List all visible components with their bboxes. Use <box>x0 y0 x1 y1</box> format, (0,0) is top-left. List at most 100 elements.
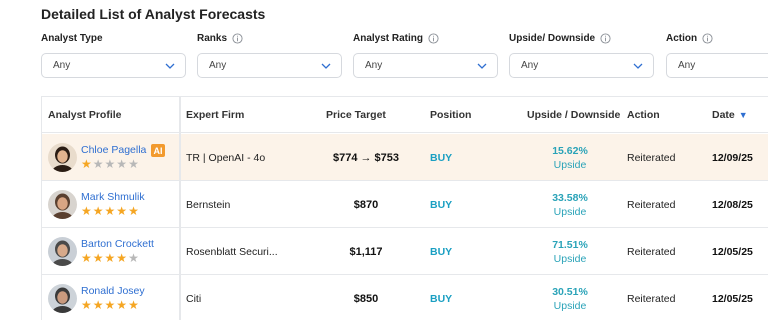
col-position[interactable]: Position <box>430 97 471 133</box>
star-icon: ★ <box>104 204 116 218</box>
filter-label-upside-downside: Upside/ Downside <box>509 33 611 44</box>
table-row[interactable]: Barton Crockett ★ ★ ★ ★ ★ Rosenblatt Securi.… <box>42 228 768 275</box>
price-target: $774 → $753 <box>332 151 400 164</box>
star-icon: ★ <box>104 157 116 171</box>
page-title: Detailed List of Analyst Forecasts <box>41 6 266 22</box>
info-icon[interactable] <box>428 33 439 44</box>
star-icon: ★ <box>128 298 139 312</box>
upside-label: Upside <box>553 205 587 218</box>
sort-desc-icon[interactable]: ▼ <box>739 110 748 120</box>
analyst-type-select[interactable]: Any <box>41 53 186 78</box>
star-icon: ★ <box>92 251 104 265</box>
star-rating: ★ ★ ★ ★ ★ <box>81 158 139 170</box>
star-rating: ★ ★ ★ ★ ★ <box>81 252 139 264</box>
date-value: 12/09/25 <box>712 151 753 164</box>
upside-label: Upside <box>553 299 587 312</box>
date-value: 12/05/25 <box>712 245 753 258</box>
filter-label-text: Analyst Rating <box>353 33 424 44</box>
star-icon: ★ <box>92 298 104 312</box>
col-price-target[interactable]: Price Target <box>326 97 386 133</box>
ai-badge: AI <box>151 144 165 157</box>
upside-downside-select[interactable]: Any <box>509 53 654 78</box>
analyst-name-link[interactable]: Mark Shmulik <box>81 191 145 203</box>
upside-downside: 33.58% Upside <box>520 181 620 228</box>
table-row[interactable]: Chloe Pagella AI ★ ★ ★ ★ ★ TR | OpenAI - 4o … <box>42 134 768 181</box>
avatar[interactable] <box>48 284 77 313</box>
filter-label-text: Action <box>666 33 698 44</box>
avatar[interactable] <box>48 237 77 266</box>
ranks-select[interactable]: Any <box>197 53 342 78</box>
star-icon: ★ <box>128 157 139 171</box>
star-icon: ★ <box>104 251 116 265</box>
avatar[interactable] <box>48 143 77 172</box>
analyst-photo-icon <box>48 143 77 172</box>
info-icon[interactable] <box>232 33 243 44</box>
select-value: Any <box>521 60 539 71</box>
action-value: Reiterated <box>627 151 676 164</box>
position-badge: BUY <box>430 292 453 305</box>
info-icon[interactable] <box>600 33 611 44</box>
star-icon: ★ <box>81 157 92 171</box>
star-rating: ★ ★ ★ ★ ★ <box>81 299 139 311</box>
position-badge: BUY <box>430 198 453 211</box>
chevron-down-icon <box>321 63 331 69</box>
expert-firm[interactable]: Rosenblatt Securi... <box>186 228 278 275</box>
select-value: Any <box>678 60 696 71</box>
filter-label-text: Upside/ Downside <box>509 33 596 44</box>
table-row[interactable]: Ronald Josey ★ ★ ★ ★ ★ Citi $850 BUY 30.51% … <box>42 275 768 320</box>
star-icon: ★ <box>92 157 104 171</box>
expert-firm[interactable]: Citi <box>186 275 201 320</box>
expert-firm[interactable]: Bernstein <box>186 181 230 228</box>
chevron-down-icon <box>633 63 643 69</box>
upside-percent: 15.62% <box>552 144 588 157</box>
table-row[interactable]: Mark Shmulik ★ ★ ★ ★ ★ Bernstein $870 BUY 33… <box>42 181 768 228</box>
star-icon: ★ <box>116 157 128 171</box>
analyst-name-link[interactable]: Ronald Josey <box>81 285 145 297</box>
star-icon: ★ <box>81 298 92 312</box>
col-expert-firm[interactable]: Expert Firm <box>186 97 244 133</box>
upside-percent: 71.51% <box>552 238 588 251</box>
filter-label-action: Action <box>666 33 713 44</box>
filter-label-text: Analyst Type <box>41 33 103 44</box>
expert-firm[interactable]: TR | OpenAI - 4o <box>186 134 265 181</box>
star-icon: ★ <box>128 204 139 218</box>
star-icon: ★ <box>92 204 104 218</box>
date-value: 12/08/25 <box>712 198 753 211</box>
table-header: Analyst Profile Expert Firm Price Target… <box>42 97 768 133</box>
star-rating: ★ ★ ★ ★ ★ <box>81 205 139 217</box>
analyst-name-link[interactable]: Chloe Pagella <box>81 144 146 156</box>
analyst-photo-icon <box>48 190 77 219</box>
star-icon: ★ <box>104 298 116 312</box>
avatar[interactable] <box>48 190 77 219</box>
select-value: Any <box>365 60 383 71</box>
analyst-photo-icon <box>48 237 77 266</box>
col-analyst-profile[interactable]: Analyst Profile <box>48 97 122 133</box>
select-value: Any <box>53 60 71 71</box>
filter-label-analyst-type: Analyst Type <box>41 33 103 44</box>
action-select[interactable]: Any <box>666 53 768 78</box>
analyst-forecasts-table: Analyst Profile Expert Firm Price Target… <box>41 96 768 320</box>
analyst-photo-icon <box>48 284 77 313</box>
action-value: Reiterated <box>627 198 676 211</box>
position-badge: BUY <box>430 245 453 258</box>
upside-downside: 71.51% Upside <box>520 228 620 275</box>
col-action[interactable]: Action <box>627 97 660 133</box>
analyst-name-link[interactable]: Barton Crockett <box>81 238 154 250</box>
star-icon: ★ <box>116 204 128 218</box>
star-icon: ★ <box>81 251 92 265</box>
date-value: 12/05/25 <box>712 292 753 305</box>
info-icon[interactable] <box>702 33 713 44</box>
upside-percent: 33.58% <box>552 191 588 204</box>
filter-label-ranks: Ranks <box>197 33 243 44</box>
select-value: Any <box>209 60 227 71</box>
filter-label-analyst-rating: Analyst Rating <box>353 33 439 44</box>
star-icon: ★ <box>116 251 128 265</box>
chevron-down-icon <box>477 63 487 69</box>
col-date[interactable]: Date ▼ <box>712 97 748 133</box>
upside-label: Upside <box>553 252 587 265</box>
chevron-down-icon <box>165 63 175 69</box>
analyst-rating-select[interactable]: Any <box>353 53 498 78</box>
col-upside-downside[interactable]: Upside / Downside <box>527 97 620 133</box>
position-badge: BUY <box>430 151 453 164</box>
upside-label: Upside <box>553 158 587 171</box>
